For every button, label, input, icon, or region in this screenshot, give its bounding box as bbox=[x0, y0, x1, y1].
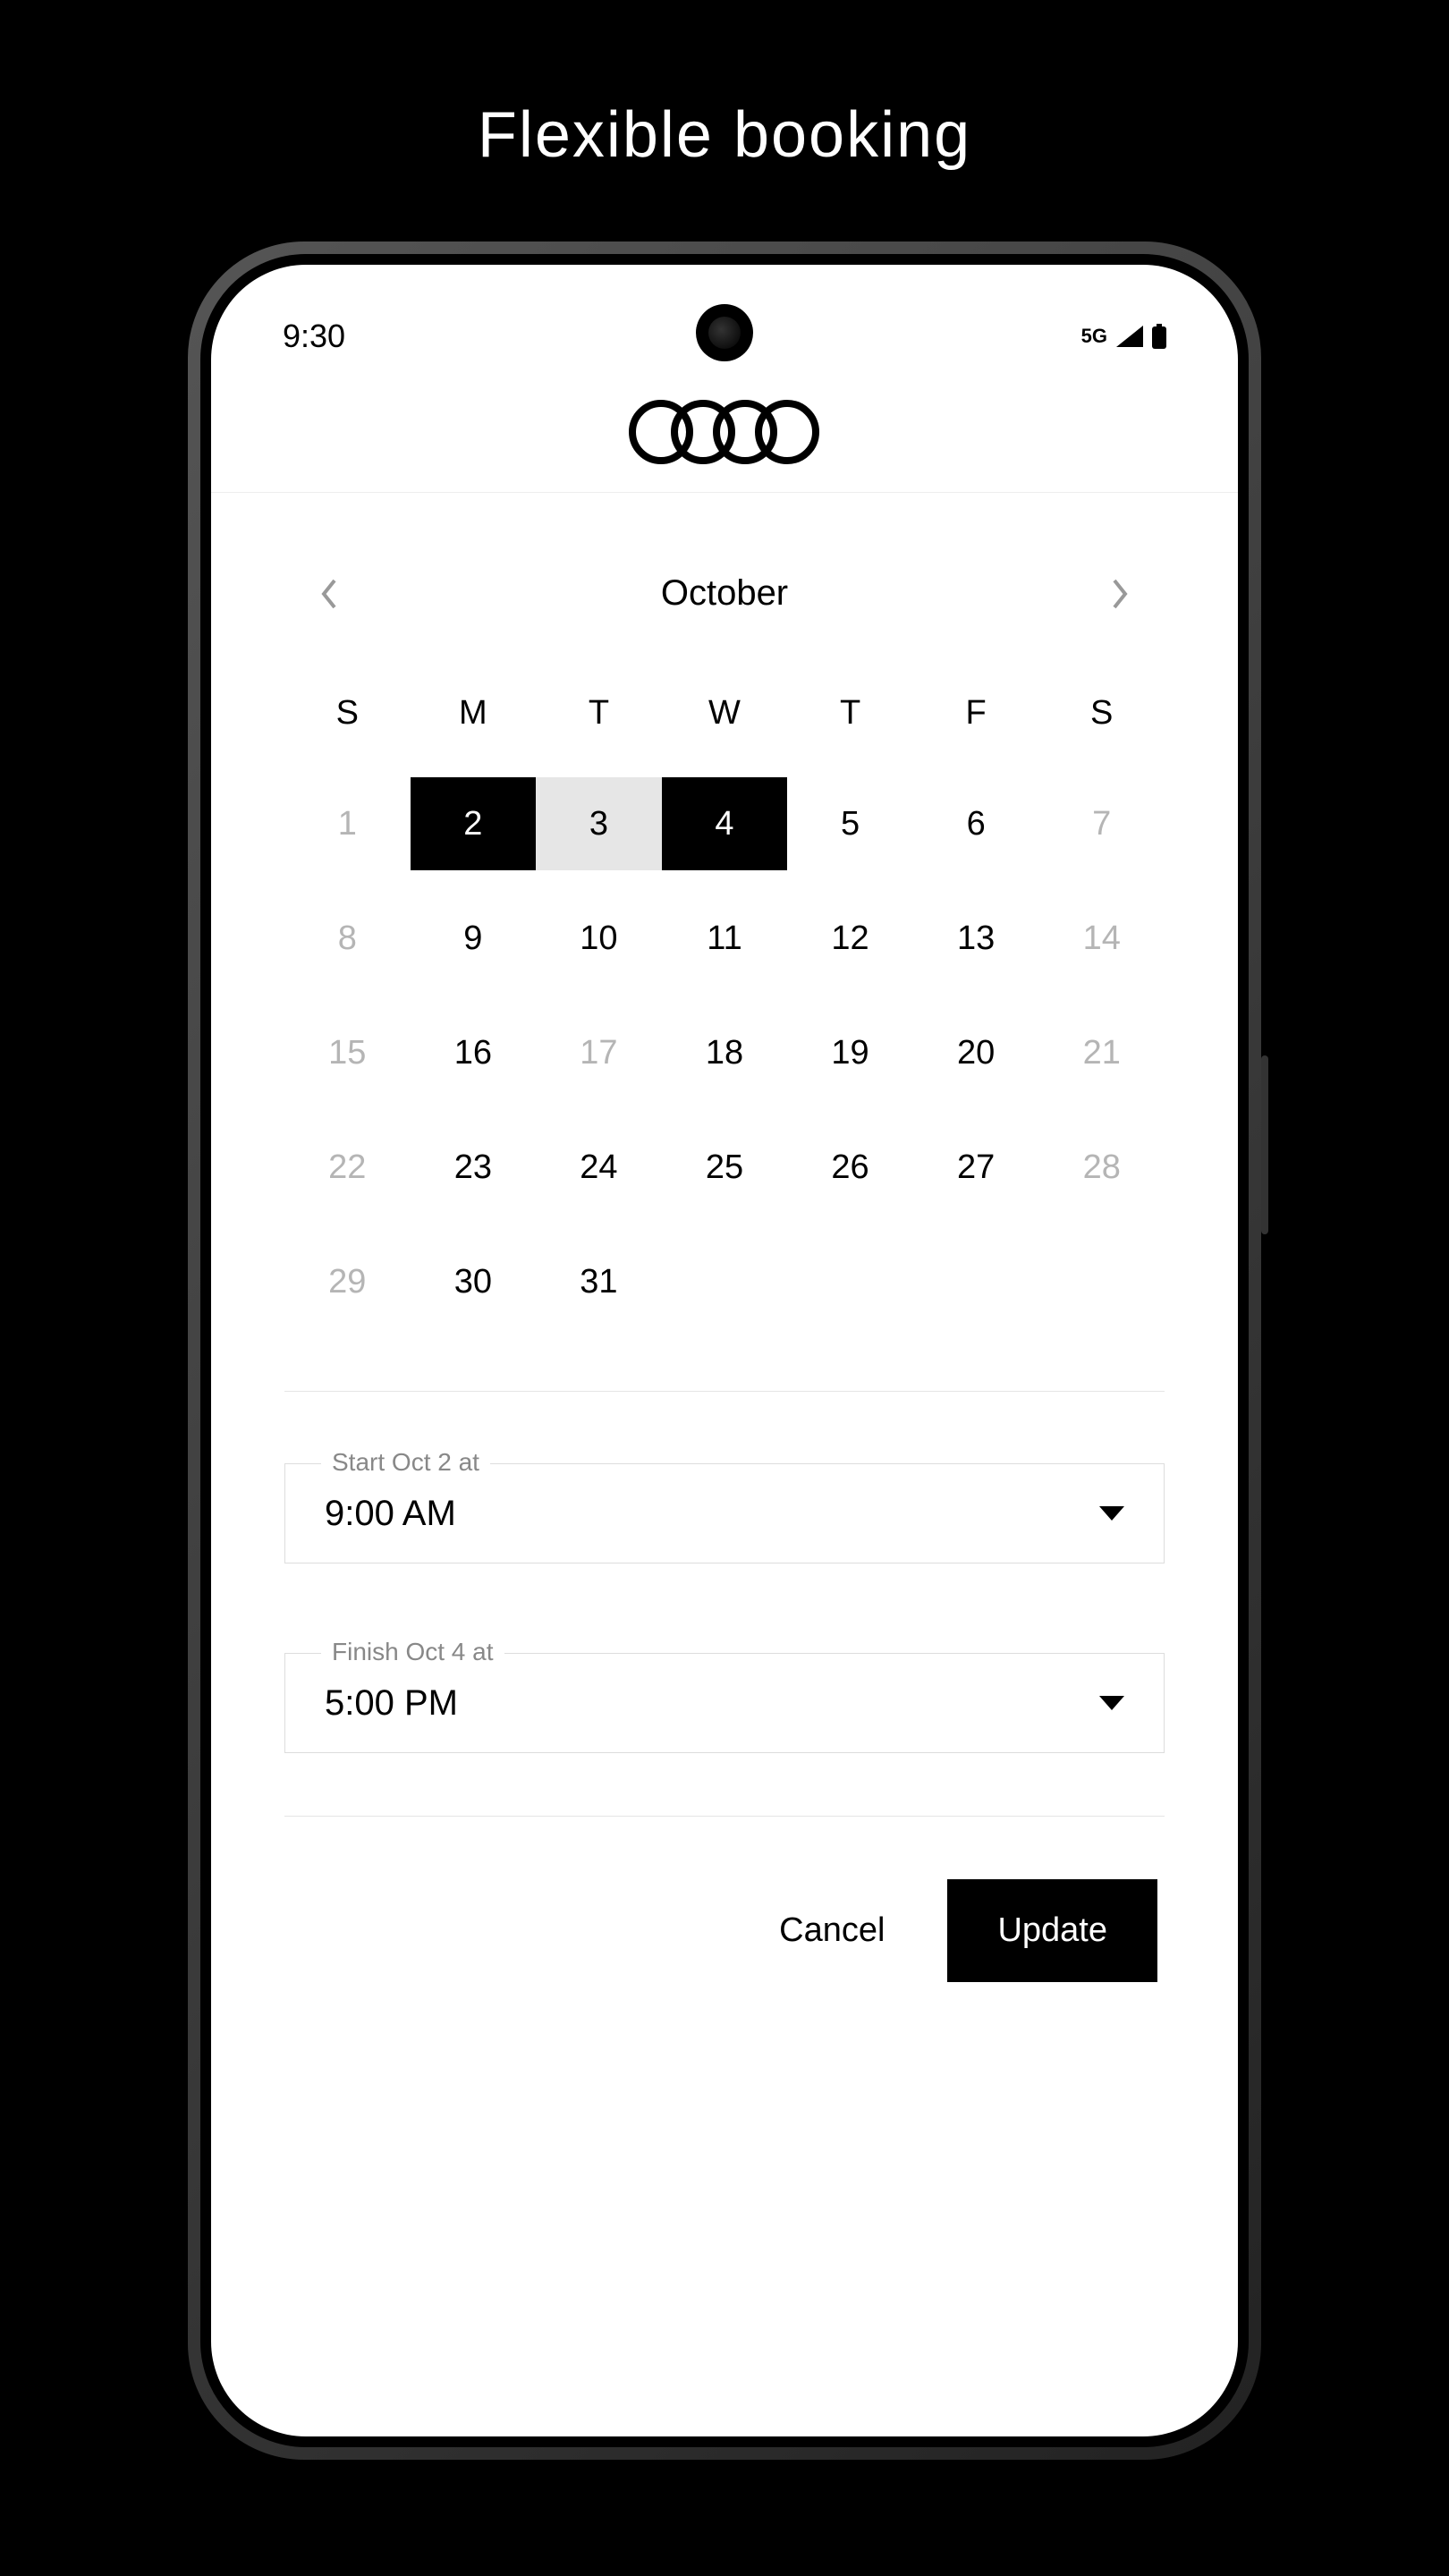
chevron-left-icon bbox=[320, 579, 338, 609]
audi-logo-icon bbox=[628, 399, 821, 465]
camera-punch bbox=[696, 304, 753, 361]
phone-frame: 9:30 5G bbox=[188, 242, 1261, 2460]
weekday-label: T bbox=[787, 694, 913, 733]
calendar-day[interactable]: 27 bbox=[913, 1121, 1039, 1214]
phone-side-button bbox=[1261, 1055, 1268, 1234]
calendar-day[interactable]: 3 bbox=[536, 777, 662, 870]
signal-icon bbox=[1116, 326, 1143, 347]
calendar-day[interactable]: 10 bbox=[536, 892, 662, 985]
calendar-day[interactable]: 30 bbox=[411, 1235, 537, 1328]
weekday-label: W bbox=[662, 694, 788, 733]
calendar-day[interactable]: 12 bbox=[787, 892, 913, 985]
calendar-day[interactable]: 8 bbox=[284, 892, 411, 985]
dropdown-icon bbox=[1099, 1506, 1124, 1521]
weekday-label: T bbox=[536, 694, 662, 733]
calendar-day[interactable]: 4 bbox=[662, 777, 788, 870]
calendar-day[interactable]: 29 bbox=[284, 1235, 411, 1328]
calendar-day[interactable]: 19 bbox=[787, 1006, 913, 1099]
month-label: October bbox=[661, 573, 788, 614]
chevron-right-icon bbox=[1111, 579, 1129, 609]
finish-time-label: Finish Oct 4 at bbox=[321, 1638, 504, 1666]
calendar-day[interactable]: 31 bbox=[536, 1235, 662, 1328]
month-navigation: October bbox=[284, 573, 1165, 614]
weekday-label: S bbox=[1038, 694, 1165, 733]
weekday-label: S bbox=[284, 694, 411, 733]
calendar-day[interactable]: 23 bbox=[411, 1121, 537, 1214]
dropdown-icon bbox=[1099, 1696, 1124, 1710]
weekday-label: F bbox=[913, 694, 1039, 733]
calendar-day[interactable]: 25 bbox=[662, 1121, 788, 1214]
calendar-weekday-header: SMTWTFS bbox=[284, 694, 1165, 733]
finish-time-selector[interactable]: Finish Oct 4 at 5:00 PM bbox=[284, 1653, 1165, 1753]
status-time: 9:30 bbox=[283, 318, 345, 355]
calendar-day[interactable]: 1 bbox=[284, 777, 411, 870]
calendar-day[interactable]: 21 bbox=[1038, 1006, 1165, 1099]
prev-month-button[interactable] bbox=[311, 576, 347, 612]
divider bbox=[284, 1391, 1165, 1392]
start-time-selector[interactable]: Start Oct 2 at 9:00 AM bbox=[284, 1463, 1165, 1563]
weekday-label: M bbox=[411, 694, 537, 733]
next-month-button[interactable] bbox=[1102, 576, 1138, 612]
booking-content: October SMTWTFS 123456789101112131415161… bbox=[211, 493, 1238, 1982]
start-time-label: Start Oct 2 at bbox=[321, 1448, 490, 1477]
calendar-day[interactable]: 20 bbox=[913, 1006, 1039, 1099]
calendar-day[interactable]: 13 bbox=[913, 892, 1039, 985]
start-time-value: 9:00 AM bbox=[325, 1494, 456, 1534]
cancel-button[interactable]: Cancel bbox=[761, 1885, 902, 1977]
calendar-day[interactable]: 15 bbox=[284, 1006, 411, 1099]
calendar-day[interactable]: 28 bbox=[1038, 1121, 1165, 1214]
divider bbox=[284, 1816, 1165, 1817]
update-button[interactable]: Update bbox=[947, 1879, 1157, 1982]
calendar-grid: 1234567891011121314151617181920212223242… bbox=[284, 777, 1165, 1328]
calendar-day[interactable]: 5 bbox=[787, 777, 913, 870]
phone-screen: 9:30 5G bbox=[211, 265, 1238, 2436]
calendar-day[interactable]: 14 bbox=[1038, 892, 1165, 985]
calendar-day[interactable]: 26 bbox=[787, 1121, 913, 1214]
calendar-day[interactable]: 16 bbox=[411, 1006, 537, 1099]
phone-inner: 9:30 5G bbox=[200, 254, 1249, 2447]
action-row: Cancel Update bbox=[284, 1879, 1165, 1982]
calendar-day[interactable]: 22 bbox=[284, 1121, 411, 1214]
finish-time-value: 5:00 PM bbox=[325, 1683, 458, 1724]
app-header bbox=[211, 363, 1238, 493]
calendar-day[interactable]: 7 bbox=[1038, 777, 1165, 870]
status-icons: 5G bbox=[1081, 324, 1166, 349]
calendar-day[interactable]: 11 bbox=[662, 892, 788, 985]
network-5g-label: 5G bbox=[1081, 325, 1107, 348]
calendar-day[interactable]: 18 bbox=[662, 1006, 788, 1099]
calendar-day[interactable]: 9 bbox=[411, 892, 537, 985]
page-title: Flexible booking bbox=[0, 0, 1449, 172]
calendar-day[interactable]: 6 bbox=[913, 777, 1039, 870]
calendar-day[interactable]: 2 bbox=[411, 777, 537, 870]
calendar-day[interactable]: 24 bbox=[536, 1121, 662, 1214]
calendar-day[interactable]: 17 bbox=[536, 1006, 662, 1099]
battery-icon bbox=[1152, 324, 1166, 349]
